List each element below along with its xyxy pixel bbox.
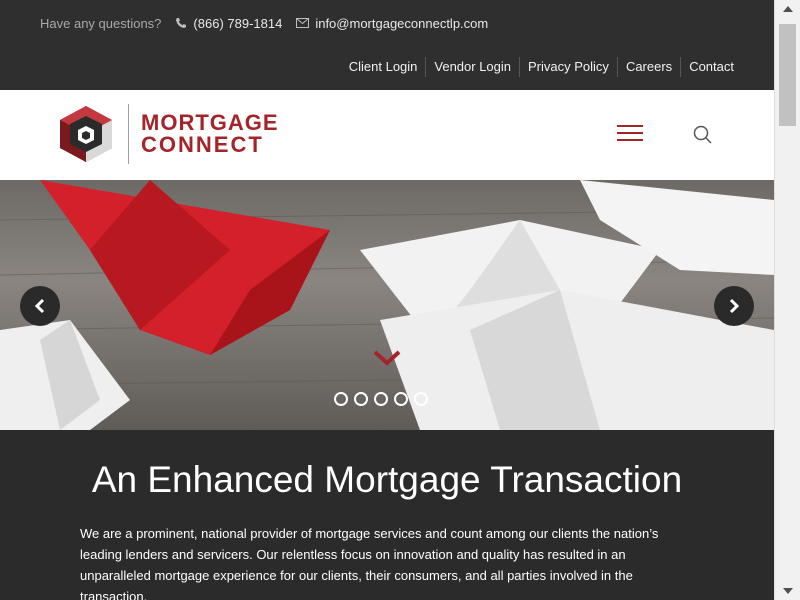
questions-label: Have any questions? (40, 15, 162, 31)
careers-link[interactable]: Careers (616, 57, 680, 77)
logo-line-1: MORTGAGE (141, 110, 279, 135)
privacy-policy-link[interactable]: Privacy Policy (519, 57, 617, 77)
slider-dot-5[interactable] (414, 392, 428, 406)
slider-prev-button[interactable] (20, 286, 60, 326)
search-icon[interactable] (692, 124, 714, 146)
top-links: Client Login Vendor Login Privacy Policy… (341, 57, 742, 77)
logo[interactable]: MORTGAGE CONNECT (58, 104, 279, 164)
slider-dot-3[interactable] (374, 392, 388, 406)
phone-number: (866) 789-1814 (193, 15, 283, 31)
top-info-bar: Have any questions? (866) 789-1814 info@… (0, 0, 774, 90)
chevron-right-icon (729, 298, 740, 314)
envelope-icon (296, 18, 310, 28)
phone-link[interactable]: (866) 789-1814 (175, 16, 282, 31)
slider-dot-2[interactable] (354, 392, 368, 406)
contact-row: Have any questions? (866) 789-1814 info@… (40, 14, 488, 32)
hero-slider (0, 180, 774, 430)
slider-dot-4[interactable] (394, 392, 408, 406)
logo-line-2: CONNECT (141, 132, 264, 157)
logo-divider (128, 104, 129, 164)
hamburger-icon[interactable] (617, 125, 643, 145)
page: Have any questions? (866) 789-1814 info@… (0, 0, 774, 600)
chevron-left-icon (34, 298, 45, 314)
slider-dots (334, 392, 434, 406)
scrollbar-thumb[interactable] (779, 24, 796, 126)
logo-mark-icon (60, 106, 112, 162)
scroll-down-icon[interactable] (775, 582, 800, 600)
site-header: MORTGAGE CONNECT (0, 90, 774, 180)
vertical-scrollbar[interactable] (774, 0, 800, 600)
slider-next-button[interactable] (714, 286, 754, 326)
vendor-login-link[interactable]: Vendor Login (425, 57, 519, 77)
section-body: We are a prominent, national provider of… (80, 526, 659, 600)
contact-link[interactable]: Contact (680, 57, 742, 77)
intro-section: An Enhanced Mortgage Transaction We are … (0, 430, 774, 600)
logo-wordmark: MORTGAGE CONNECT (141, 112, 279, 156)
scroll-up-icon[interactable] (775, 0, 800, 18)
slider-dot-1[interactable] (334, 392, 348, 406)
section-heading: An Enhanced Mortgage Transaction (91, 459, 683, 500)
email-address: info@mortgageconnectlp.com (315, 15, 489, 31)
email-link[interactable]: info@mortgageconnectlp.com (296, 16, 488, 31)
phone-icon (176, 18, 187, 28)
chevron-down-icon[interactable] (373, 350, 401, 366)
client-login-link[interactable]: Client Login (341, 57, 426, 77)
